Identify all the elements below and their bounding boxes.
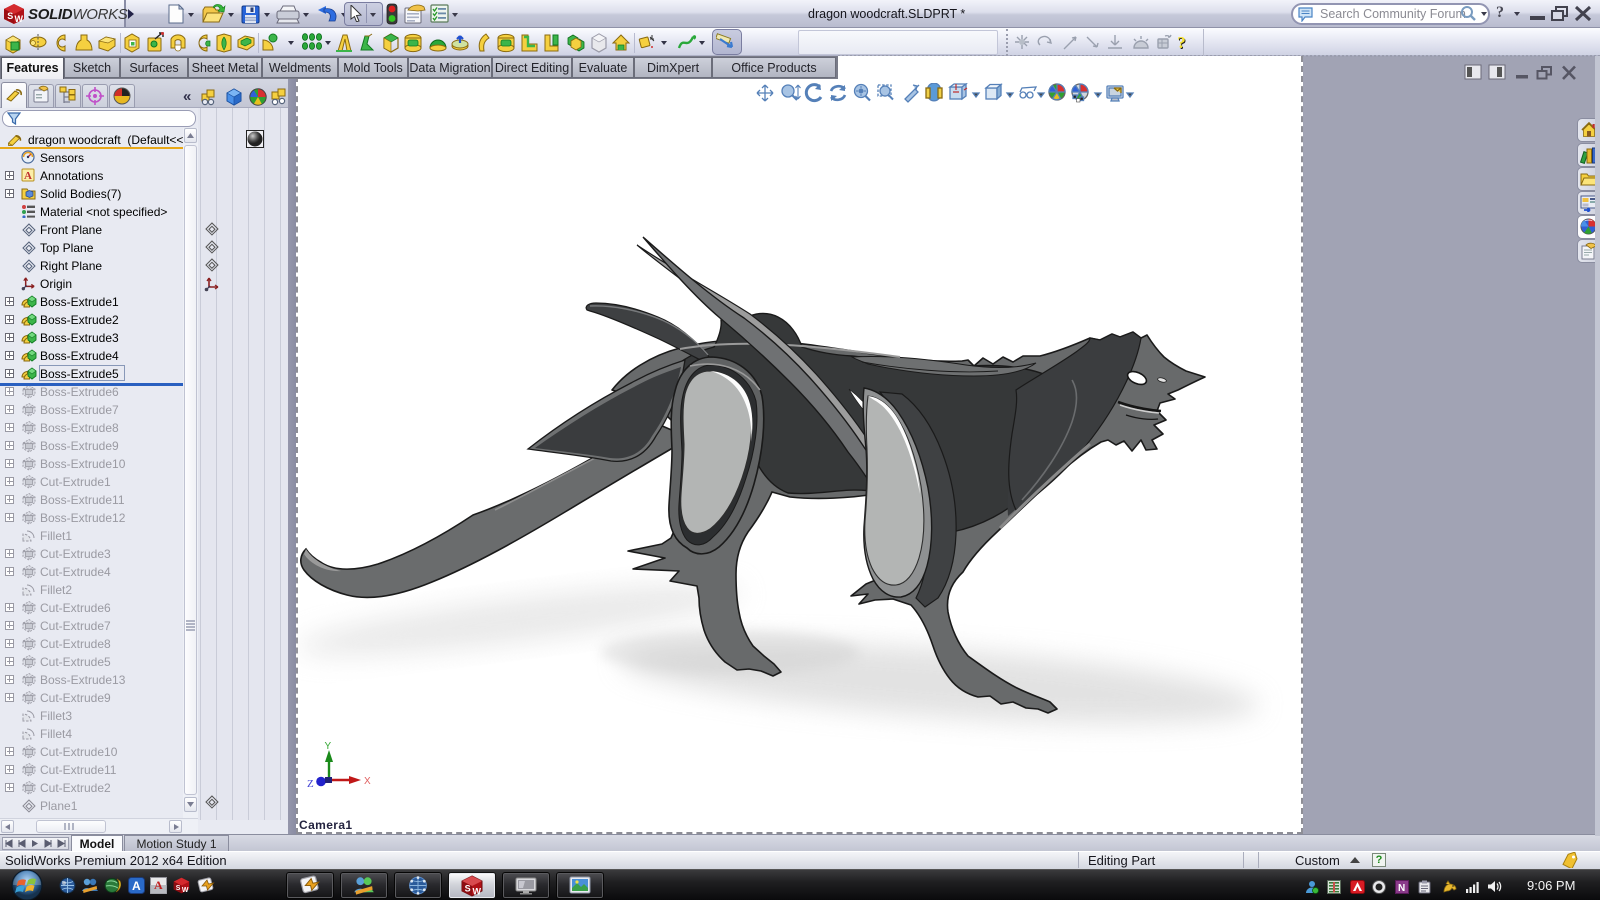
- svg-text:W: W: [182, 887, 189, 894]
- svg-text:S: S: [465, 884, 471, 894]
- svg-text:A: A: [132, 879, 141, 893]
- svg-text:W: W: [15, 14, 24, 24]
- svg-text:S: S: [176, 885, 181, 892]
- svg-text:A: A: [24, 170, 32, 182]
- svg-text:?: ?: [1177, 33, 1186, 52]
- svg-text:S: S: [7, 11, 13, 21]
- svg-text:N: N: [1398, 883, 1405, 894]
- svg-text:W: W: [473, 887, 482, 897]
- svg-text:A: A: [154, 878, 163, 892]
